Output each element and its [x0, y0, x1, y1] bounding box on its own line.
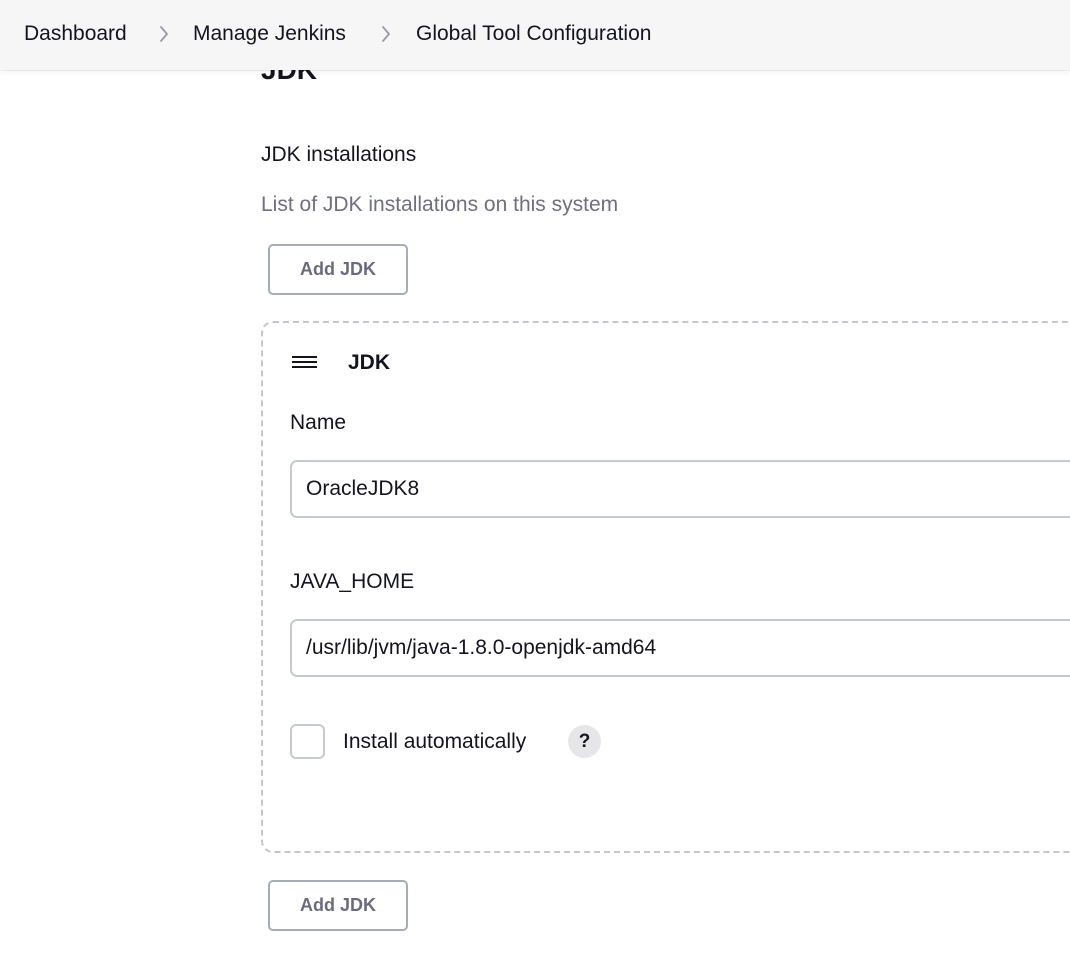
chevron-right-icon: [156, 25, 172, 43]
jdk-entry-title: JDK: [348, 351, 391, 374]
drag-handle-icon[interactable]: [292, 353, 318, 371]
java-home-input[interactable]: [290, 619, 1070, 677]
install-automatically-checkbox[interactable]: [290, 724, 325, 759]
page: Dashboard Manage Jenkins Global Tool Con…: [0, 0, 1070, 970]
java-home-label: JAVA_HOME: [290, 570, 415, 593]
jdk-installations-description: List of JDK installations on this system: [261, 193, 619, 216]
breadcrumb-global-tool-configuration[interactable]: Global Tool Configuration: [416, 21, 651, 47]
breadcrumb-dashboard[interactable]: Dashboard: [24, 21, 127, 47]
add-jdk-button[interactable]: Add JDK: [268, 244, 408, 295]
breadcrumb-manage-jenkins[interactable]: Manage Jenkins: [193, 21, 346, 47]
name-label: Name: [290, 411, 347, 434]
jdk-installations-label: JDK installations: [261, 143, 417, 166]
breadcrumb: Dashboard Manage Jenkins Global Tool Con…: [0, 0, 1070, 70]
chevron-right-icon: [378, 25, 394, 43]
help-icon[interactable]: ?: [568, 725, 601, 758]
jdk-name-input[interactable]: [290, 460, 1070, 518]
add-jdk-button-bottom[interactable]: Add JDK: [268, 880, 408, 931]
install-automatically-label[interactable]: Install automatically: [343, 729, 526, 755]
